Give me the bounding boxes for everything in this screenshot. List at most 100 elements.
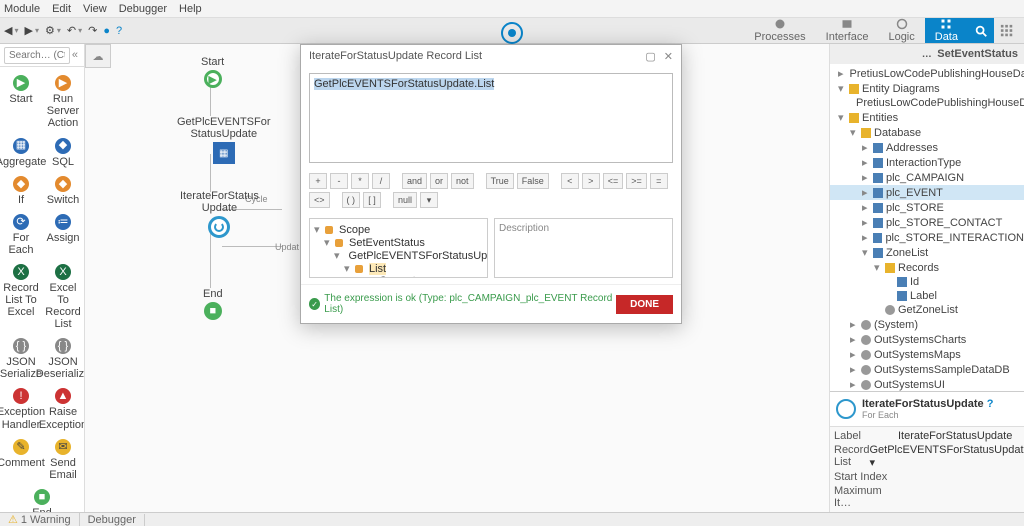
undo-icon[interactable]: ↶▾: [67, 24, 82, 37]
tree-item[interactable]: ▸PretiusLowCodePublishingHouseData: [830, 66, 1024, 81]
tree-item[interactable]: ▾Entity Diagrams: [830, 81, 1024, 96]
tab-data[interactable]: Data: [925, 18, 968, 43]
tool-json-serialize[interactable]: { }JSON Serialize: [2, 338, 40, 380]
op-button[interactable]: <: [561, 173, 579, 189]
tree-item[interactable]: ▸OutSystemsMaps: [830, 347, 1024, 362]
op-button[interactable]: [ ]: [363, 192, 381, 208]
aggregate-node[interactable]: GetPlcEVENTSFor StatusUpdate ▦: [177, 116, 271, 164]
tree-item[interactable]: PretiusLowCodePublishingHouseDataD…: [830, 96, 1024, 110]
tab-logic[interactable]: Logic: [878, 18, 924, 43]
tool-switch[interactable]: ◆Switch: [44, 176, 82, 206]
tool-end[interactable]: ■End: [23, 489, 61, 512]
foreach-node[interactable]: IterateForStatus Update: [180, 190, 259, 238]
op-button[interactable]: ( ): [342, 192, 361, 208]
tree-item[interactable]: ▾Database: [830, 125, 1024, 140]
breadcrumb[interactable]: … SetEventStatus: [830, 44, 1024, 64]
op-button[interactable]: or: [430, 173, 448, 189]
scope-item[interactable]: Current: [314, 275, 483, 278]
publish-icon[interactable]: ●: [103, 25, 110, 37]
cloud-icon[interactable]: ☁: [85, 44, 111, 68]
data-tree[interactable]: ▸PretiusLowCodePublishingHouseData▾Entit…: [830, 64, 1024, 391]
prop-help-icon[interactable]: ?: [987, 398, 994, 410]
op-button[interactable]: ▾: [420, 192, 438, 208]
property-row[interactable]: Record ListGetPlcEVENTSForStatusUpdate… …: [834, 443, 1020, 470]
tree-item[interactable]: ▾Records: [830, 260, 1024, 275]
end-node[interactable]: End ■: [203, 288, 223, 320]
tool-for-each[interactable]: ⟳For Each: [2, 214, 40, 256]
tool-aggregate[interactable]: ▦Aggregate: [2, 138, 40, 168]
back-button[interactable]: ◀▾: [4, 24, 18, 37]
done-button[interactable]: DONE: [616, 295, 673, 314]
tool-comment[interactable]: ✎Comment: [2, 439, 40, 481]
property-row[interactable]: Maximum It…: [834, 484, 1020, 510]
tool-raise-exception[interactable]: ▲Raise Exception: [44, 388, 82, 430]
start-node[interactable]: Start ▶: [201, 56, 224, 88]
scope-item[interactable]: ▾SetEventStatus: [314, 236, 483, 249]
op-button[interactable]: +: [309, 173, 327, 189]
tree-item[interactable]: ▸OutSystemsSampleDataDB: [830, 362, 1024, 377]
tree-item[interactable]: ▾ZoneList: [830, 245, 1024, 260]
scope-item[interactable]: ▾GetPlcEVENTSForStatusUpdate: [314, 249, 483, 262]
op-button[interactable]: not: [451, 173, 474, 189]
search-tab-icon[interactable]: [968, 18, 994, 43]
redo-icon[interactable]: ↷: [88, 24, 97, 37]
tab-interface[interactable]: Interface: [816, 18, 879, 43]
tree-item[interactable]: ▾Entities: [830, 110, 1024, 125]
property-row[interactable]: LabelIterateForStatusUpdate: [834, 429, 1020, 443]
scope-tree[interactable]: ▾Scope▾SetEventStatus▾GetPlcEVENTSForSta…: [309, 218, 488, 278]
modal-close-icon[interactable]: ✕: [664, 51, 673, 63]
collapse-toolbox-icon[interactable]: «: [70, 49, 80, 61]
expression-textarea[interactable]: GetPlcEVENTSForStatusUpdate.List: [309, 73, 673, 163]
op-button[interactable]: -: [330, 173, 348, 189]
tool-if[interactable]: ◆If: [2, 176, 40, 206]
tree-item[interactable]: ▸OutSystemsUI: [830, 377, 1024, 391]
tree-item[interactable]: Id: [830, 275, 1024, 289]
tool-json-deserialize[interactable]: { }JSON Deserialize: [44, 338, 82, 380]
op-button[interactable]: null: [393, 192, 417, 208]
op-button[interactable]: <>: [309, 192, 330, 208]
op-button[interactable]: /: [372, 173, 390, 189]
apps-icon[interactable]: [994, 18, 1020, 43]
help-icon[interactable]: ?: [116, 25, 122, 37]
scope-item[interactable]: ▾List: [314, 262, 483, 275]
tab-processes[interactable]: Processes: [744, 18, 815, 43]
debugger-tab[interactable]: Debugger: [80, 514, 145, 526]
modal-maximize-icon[interactable]: ▢: [645, 51, 655, 63]
forward-button[interactable]: ▶▾: [24, 24, 38, 37]
tree-item[interactable]: Label: [830, 289, 1024, 303]
property-row[interactable]: Start Index: [834, 470, 1020, 484]
tree-item[interactable]: ▸plc_EVENT: [830, 185, 1024, 200]
tool-start[interactable]: ▶Start: [2, 75, 40, 129]
tree-item[interactable]: ▸plc_CAMPAIGN: [830, 170, 1024, 185]
menu-module[interactable]: Module: [4, 3, 40, 15]
menu-help[interactable]: Help: [179, 3, 202, 15]
settings-icon[interactable]: ⚙▾: [45, 24, 61, 37]
tree-item[interactable]: ▸OutSystemsCharts: [830, 332, 1024, 347]
warnings-tab[interactable]: 1 Warning: [0, 513, 80, 526]
tool-run-server-action[interactable]: ▶Run Server Action: [44, 75, 82, 129]
op-button[interactable]: >=: [626, 173, 647, 189]
menu-debugger[interactable]: Debugger: [119, 3, 167, 15]
tree-item[interactable]: ▸InteractionType: [830, 155, 1024, 170]
tool-exception-handler[interactable]: !Exception Handler: [2, 388, 40, 430]
op-button[interactable]: =: [650, 173, 668, 189]
toolbox-search-input[interactable]: [4, 47, 70, 64]
op-button[interactable]: >: [582, 173, 600, 189]
tool-record-list-to-excel[interactable]: XRecord List To Excel: [2, 264, 40, 330]
tool-excel-to-record-list[interactable]: XExcel To Record List: [44, 264, 82, 330]
tree-item[interactable]: ▸Addresses: [830, 140, 1024, 155]
tree-item[interactable]: ▸plc_STORE_CONTACT: [830, 215, 1024, 230]
op-button[interactable]: *: [351, 173, 369, 189]
tree-item[interactable]: GetZoneList: [830, 303, 1024, 317]
op-button[interactable]: and: [402, 173, 427, 189]
tree-item[interactable]: ▸plc_STORE: [830, 200, 1024, 215]
tool-sql[interactable]: ◆SQL: [44, 138, 82, 168]
op-button[interactable]: False: [517, 173, 549, 189]
tree-item[interactable]: ▸(System): [830, 317, 1024, 332]
op-button[interactable]: True: [486, 173, 514, 189]
op-button[interactable]: <=: [603, 173, 624, 189]
tool-assign[interactable]: ≔Assign: [44, 214, 82, 256]
menu-view[interactable]: View: [83, 3, 107, 15]
tree-item[interactable]: ▸plc_STORE_INTERACTION: [830, 230, 1024, 245]
scope-item[interactable]: ▾Scope: [314, 223, 483, 236]
